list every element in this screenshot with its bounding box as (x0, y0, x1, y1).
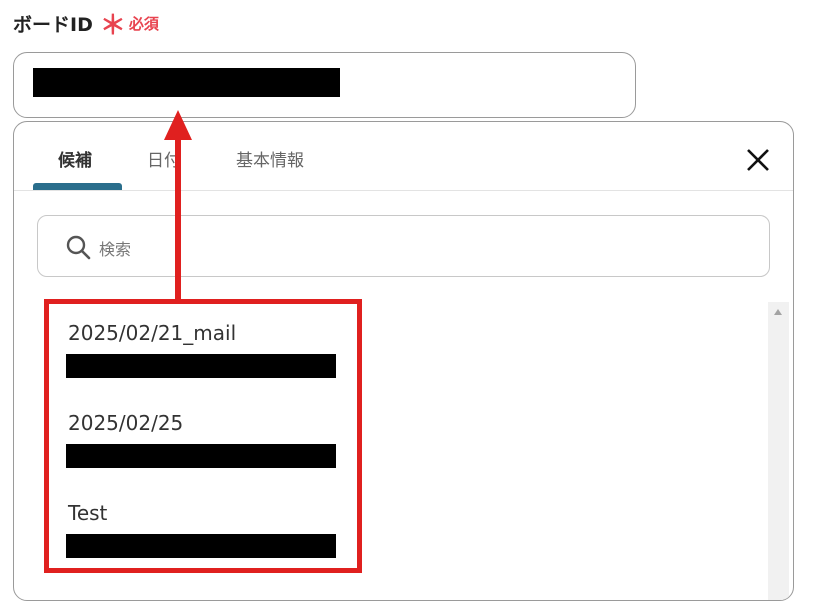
field-label: ボードID ＊ 必須 (13, 9, 159, 41)
tab-candidates[interactable]: 候補 (58, 146, 92, 171)
redacted-value (33, 68, 340, 97)
search-input[interactable]: 検索 (37, 215, 770, 277)
required-text: 必須 (128, 14, 159, 33)
list-item-title: Test (68, 501, 108, 525)
redacted-id (66, 444, 336, 468)
search-placeholder: 検索 (99, 240, 132, 259)
tab-bar: 候補 日付 基本情報 (14, 122, 793, 191)
board-id-input[interactable] (13, 52, 636, 118)
active-tab-indicator (33, 183, 122, 190)
close-icon[interactable] (744, 146, 772, 174)
field-label-text: ボードID (13, 13, 93, 36)
redacted-id (66, 534, 336, 558)
search-icon (66, 235, 91, 260)
tab-basic-info[interactable]: 基本情報 (236, 146, 304, 171)
chevron-up-icon[interactable] (774, 309, 782, 315)
tab-date[interactable]: 日付 (147, 146, 181, 171)
required-asterisk-icon: ＊ (99, 11, 126, 41)
scrollbar[interactable] (768, 302, 789, 600)
list-item-title: 2025/02/21_mail (68, 321, 237, 345)
suggestion-dropdown: 候補 日付 基本情報 検索 2025/02/21_mail 2025/02/25… (13, 121, 794, 601)
list-item-title: 2025/02/25 (68, 411, 184, 435)
redacted-id (66, 354, 336, 378)
